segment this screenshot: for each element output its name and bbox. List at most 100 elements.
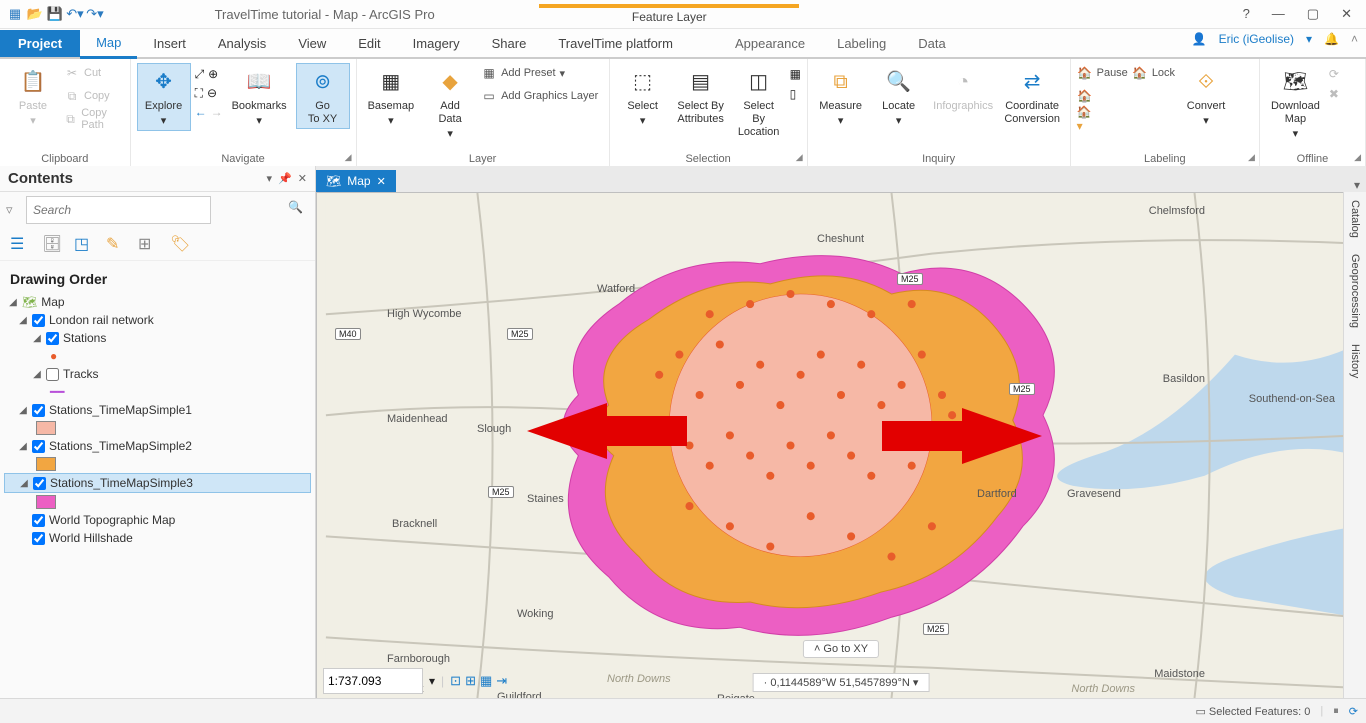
sync-icon[interactable]: ⟳	[1329, 67, 1339, 81]
layer-stations[interactable]: ◢Stations	[4, 329, 311, 347]
close-icon[interactable]: ✕	[377, 175, 386, 188]
redo-icon[interactable]: ↷▾	[86, 5, 104, 23]
pane-geoprocessing[interactable]: Geoprocessing	[1349, 250, 1361, 332]
prev-extent-icon[interactable]: ←	[195, 105, 207, 119]
tab-imagery[interactable]: Imagery	[397, 30, 476, 57]
layer-topo[interactable]: ◢World Topographic Map	[4, 511, 311, 529]
save-icon[interactable]: 💾	[46, 5, 64, 23]
basemap-button[interactable]: ▦Basemap▾	[363, 63, 419, 131]
tab-share[interactable]: Share	[476, 30, 543, 57]
close-button[interactable]: ✕	[1341, 6, 1352, 22]
bookmarks-button[interactable]: 📖Bookmarks▾	[227, 63, 292, 131]
user-dropdown[interactable]: ▾	[1306, 32, 1312, 46]
infographics-button[interactable]: ◔Infographics	[930, 63, 997, 116]
explore-button[interactable]: ✥Explore▾	[137, 63, 191, 131]
go-to-xy-button[interactable]: ⊚Go To XY	[296, 63, 350, 129]
clear-sel-icon[interactable]: ▯	[790, 87, 801, 101]
scale-dropdown[interactable]: ▾	[429, 674, 435, 688]
notifications-icon[interactable]: 🔔	[1324, 32, 1339, 46]
layer-checkbox[interactable]	[32, 514, 45, 527]
view-tab-menu[interactable]: ▾	[1354, 178, 1360, 192]
pin-icon[interactable]: 📌	[278, 172, 292, 185]
layer-hillshade[interactable]: ◢World Hillshade	[4, 529, 311, 547]
constraint-tool-icon[interactable]: ▦	[480, 673, 492, 689]
copy-path-button[interactable]: ⧉Copy Path	[64, 109, 124, 129]
tab-map[interactable]: Map	[80, 29, 137, 59]
launcher-icon[interactable]: ◢	[796, 152, 803, 163]
list-by-drawing-icon[interactable]: ☰	[10, 234, 30, 254]
layer-london-rail[interactable]: ◢London rail network	[4, 311, 311, 329]
download-map-button[interactable]: 🗺Download Map▾	[1266, 63, 1325, 144]
select-button[interactable]: ⬚Select▾	[616, 63, 670, 131]
symbol-stations[interactable]: ●	[4, 347, 311, 365]
next-extent-icon[interactable]: →	[211, 105, 223, 119]
add-data-button[interactable]: ◆Add Data▾	[423, 63, 477, 144]
locate-button[interactable]: 🔍Locate▾	[872, 63, 926, 131]
ribbon-collapse-icon[interactable]: ˄	[1351, 32, 1358, 46]
selected-features-status[interactable]: ▭ Selected Features: 0	[1195, 705, 1310, 718]
attr-table-icon[interactable]: ▦	[790, 67, 801, 81]
map-canvas[interactable]: Chelmsford Cheshunt Watford High Wycombe…	[316, 192, 1366, 699]
layer-checkbox[interactable]	[33, 477, 46, 490]
refresh-icon[interactable]: ⟳	[1349, 705, 1358, 718]
layer-checkbox[interactable]	[32, 404, 45, 417]
paste-button[interactable]: 📋Paste▾	[6, 63, 60, 131]
search-input[interactable]	[26, 196, 211, 224]
grid-tool-icon[interactable]: ⊞	[465, 673, 476, 689]
layer-timemap1[interactable]: ◢Stations_TimeMapSimple1	[4, 401, 311, 419]
list-by-selection-icon[interactable]: ◳	[74, 234, 94, 254]
tab-view[interactable]: View	[282, 30, 342, 57]
launcher-icon[interactable]: ◢	[345, 152, 352, 163]
help-button[interactable]: ?	[1243, 6, 1250, 22]
add-graphics-layer-button[interactable]: ▭Add Graphics Layer	[481, 86, 598, 106]
symbol-timemap2[interactable]	[4, 455, 311, 473]
maximize-button[interactable]: ▢	[1307, 6, 1319, 22]
correction-tool-icon[interactable]: ⇥	[496, 673, 507, 689]
fixed-zoom-out-icon[interactable]: ⊖	[207, 86, 217, 101]
pane-catalog[interactable]: Catalog	[1349, 196, 1361, 242]
list-by-snap-icon[interactable]: ⊞	[138, 234, 158, 254]
go-to-xy-bar[interactable]: ˄ Go to XY	[803, 640, 879, 658]
zoom-sel-icon[interactable]: ⛶	[195, 86, 203, 101]
more-button[interactable]: 🏠▾	[1077, 109, 1128, 129]
symbol-timemap3[interactable]	[4, 493, 311, 511]
layer-checkbox[interactable]	[32, 314, 45, 327]
select-by-location-button[interactable]: ◫Select By Location	[732, 63, 786, 142]
full-extent-icon[interactable]: ⤢	[195, 67, 205, 82]
symbol-timemap1[interactable]	[4, 419, 311, 437]
tab-traveltime[interactable]: TravelTime platform	[542, 30, 689, 57]
pause-drawing-icon[interactable]: ⏸	[1333, 705, 1339, 718]
close-pane-icon[interactable]: ✕	[298, 172, 307, 185]
pane-history[interactable]: History	[1349, 340, 1361, 382]
lock-labels-button[interactable]: 🏠Lock	[1132, 63, 1175, 83]
filter-icon[interactable]: ▿	[6, 202, 22, 218]
user-name[interactable]: Eric (iGeolise)	[1219, 32, 1294, 46]
copy-button[interactable]: ⧉Copy	[64, 86, 124, 106]
coord-conversion-button[interactable]: ⇄Coordinate Conversion	[1001, 63, 1064, 129]
launcher-icon[interactable]: ◢	[1248, 152, 1255, 163]
tab-edit[interactable]: Edit	[342, 30, 396, 57]
layer-checkbox[interactable]	[32, 532, 45, 545]
view-unplaced-button[interactable]: 🏠	[1077, 86, 1128, 106]
snap-tool-icon[interactable]: ⊡	[450, 673, 461, 689]
list-by-label-icon[interactable]: 🏷	[170, 234, 190, 254]
layer-tracks[interactable]: ◢Tracks	[4, 365, 311, 383]
tab-analysis[interactable]: Analysis	[202, 30, 282, 57]
layer-checkbox[interactable]	[46, 368, 59, 381]
symbol-tracks[interactable]: ━━	[4, 383, 311, 401]
tab-project[interactable]: Project	[0, 30, 80, 57]
open-icon[interactable]: 📂	[26, 5, 44, 23]
layer-timemap2[interactable]: ◢Stations_TimeMapSimple2	[4, 437, 311, 455]
undo-icon[interactable]: ↶▾	[66, 5, 84, 23]
search-icon[interactable]: 🔍	[288, 200, 303, 214]
minimize-button[interactable]: —	[1272, 6, 1285, 22]
convert-labels-button[interactable]: ⟐Convert▾	[1179, 63, 1233, 131]
measure-button[interactable]: ⧉Measure▾	[814, 63, 868, 131]
layer-checkbox[interactable]	[46, 332, 59, 345]
new-project-icon[interactable]: ▦	[6, 5, 24, 23]
tab-insert[interactable]: Insert	[137, 30, 202, 57]
tab-data[interactable]: Data	[902, 30, 961, 57]
list-by-source-icon[interactable]: 🗄	[42, 234, 62, 254]
tree-map-root[interactable]: ◢🗺Map	[4, 293, 311, 311]
add-preset-button[interactable]: ▦Add Preset ▾	[481, 63, 598, 83]
